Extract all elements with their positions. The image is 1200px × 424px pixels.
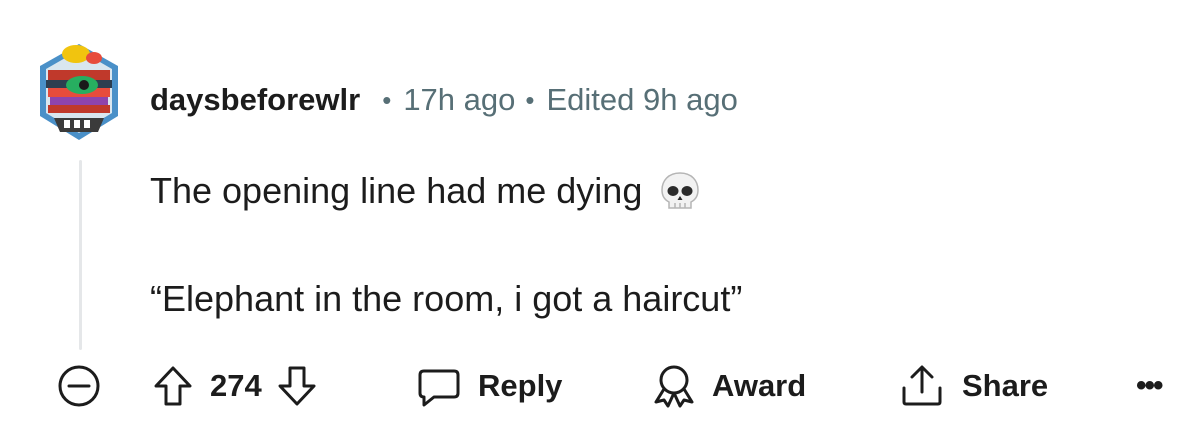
share-label: Share xyxy=(962,368,1049,403)
downvote-button[interactable] xyxy=(276,364,318,408)
award-button[interactable]: Award xyxy=(650,356,806,416)
comment-meta: daysbeforewlr • 17h ago • Edited 9h ago xyxy=(150,78,738,122)
meta-separator: • xyxy=(382,84,392,115)
comment-card: daysbeforewlr • 17h ago • Edited 9h ago … xyxy=(0,0,1200,424)
comment-body-line: “Elephant in the room, i got a haircut” xyxy=(150,276,742,322)
award-label: Award xyxy=(712,368,807,403)
timestamp[interactable]: 17h ago xyxy=(403,82,515,118)
vote-group: 274 xyxy=(152,356,318,416)
downvote-arrow-icon xyxy=(278,366,316,406)
share-button[interactable]: Share xyxy=(898,356,1048,416)
meta-separator: • xyxy=(525,84,535,115)
comment-bubble-icon xyxy=(418,369,460,407)
share-upload-icon xyxy=(902,365,942,406)
comment-text: The opening line had me dying xyxy=(150,170,643,211)
award-ribbon-icon xyxy=(654,365,694,408)
upvote-button[interactable] xyxy=(152,364,194,408)
more-options-button[interactable]: ••• xyxy=(1136,356,1163,416)
reply-label: Reply xyxy=(478,368,563,403)
thread-line[interactable] xyxy=(79,160,82,350)
collapse-minus-icon xyxy=(58,365,100,407)
skull-emoji-icon xyxy=(658,169,702,213)
comment-action-bar: 274 Reply Award Share ••• xyxy=(0,356,1200,416)
reply-button[interactable]: Reply xyxy=(416,356,562,416)
username-link[interactable]: daysbeforewlr xyxy=(150,82,360,118)
more-dots-icon: ••• xyxy=(1136,369,1163,402)
upvote-arrow-icon xyxy=(154,366,192,406)
avatar[interactable] xyxy=(36,40,122,144)
comment-quote-text: “Elephant in the room, i got a haircut” xyxy=(150,278,743,319)
vote-count: 274 xyxy=(210,368,262,403)
comment-body-line: The opening line had me dying xyxy=(150,168,702,214)
edited-label: Edited 9h ago xyxy=(546,82,738,117)
collapse-button[interactable] xyxy=(54,356,104,416)
